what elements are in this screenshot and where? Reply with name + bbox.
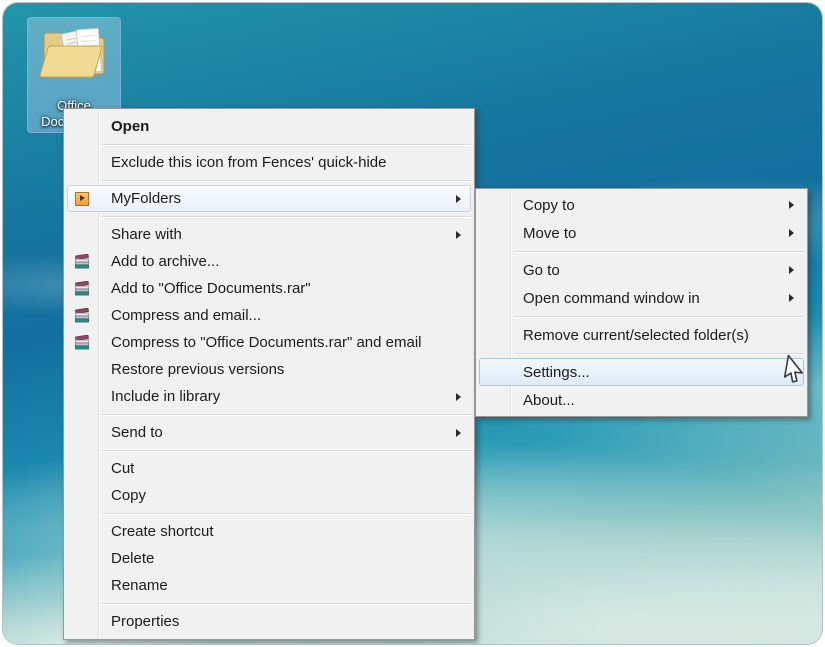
myfolders-submenu: Copy to Move to Go to Open command windo…	[475, 188, 808, 417]
menu-item-add-to-rar[interactable]: Add to "Office Documents.rar"	[67, 275, 471, 302]
menu-item-compress-and-email[interactable]: Compress and email...	[67, 302, 471, 329]
desktop[interactable]: Office Documents Open Exclude this icon …	[3, 3, 822, 644]
menu-item-myfolders[interactable]: MyFolders	[67, 185, 471, 212]
winrar-icon	[74, 254, 90, 270]
submenu-arrow-icon	[456, 429, 461, 437]
submenu-item-move-to[interactable]: Move to	[479, 219, 804, 247]
menu-item-delete[interactable]: Delete	[67, 545, 471, 572]
menu-item-restore-previous-versions[interactable]: Restore previous versions	[67, 356, 471, 383]
submenu-item-copy-to[interactable]: Copy to	[479, 191, 804, 219]
winrar-icon	[74, 281, 90, 297]
menu-separator	[102, 216, 471, 217]
winrar-icon	[74, 335, 90, 351]
submenu-arrow-icon	[789, 266, 794, 274]
submenu-arrow-icon	[789, 201, 794, 209]
submenu-item-go-to[interactable]: Go to	[479, 256, 804, 284]
menu-separator	[514, 251, 804, 252]
folder-icon	[38, 22, 110, 84]
menu-separator	[102, 144, 471, 145]
menu-item-create-shortcut[interactable]: Create shortcut	[67, 518, 471, 545]
menu-item-properties[interactable]: Properties	[67, 608, 471, 635]
menu-item-add-to-archive[interactable]: Add to archive...	[67, 248, 471, 275]
menu-item-copy[interactable]: Copy	[67, 482, 471, 509]
submenu-item-open-command-window-in[interactable]: Open command window in	[479, 284, 804, 312]
menu-separator	[102, 513, 471, 514]
submenu-item-about[interactable]: About...	[479, 386, 804, 414]
menu-separator	[102, 414, 471, 415]
winrar-icon	[74, 308, 90, 324]
menu-item-rename[interactable]: Rename	[67, 572, 471, 599]
menu-item-send-to[interactable]: Send to	[67, 419, 471, 446]
menu-separator	[102, 603, 471, 604]
menu-item-share-with[interactable]: Share with	[67, 221, 471, 248]
submenu-item-remove-current-selected-folders[interactable]: Remove current/selected folder(s)	[479, 321, 804, 349]
context-menu: Open Exclude this icon from Fences' quic…	[63, 108, 475, 640]
submenu-arrow-icon	[456, 393, 461, 401]
myfolders-icon	[74, 191, 90, 207]
submenu-arrow-icon	[456, 231, 461, 239]
menu-item-cut[interactable]: Cut	[67, 455, 471, 482]
menu-separator	[514, 316, 804, 317]
submenu-arrow-icon	[456, 195, 461, 203]
menu-item-open[interactable]: Open	[67, 113, 471, 140]
submenu-arrow-icon	[789, 229, 794, 237]
menu-separator	[514, 353, 804, 354]
menu-item-compress-to-rar-and-email[interactable]: Compress to "Office Documents.rar" and e…	[67, 329, 471, 356]
menu-separator	[102, 450, 471, 451]
menu-item-include-in-library[interactable]: Include in library	[67, 383, 471, 410]
menu-item-exclude-from-fences[interactable]: Exclude this icon from Fences' quick-hid…	[67, 149, 471, 176]
menu-separator	[102, 180, 471, 181]
submenu-item-settings[interactable]: Settings...	[479, 358, 804, 386]
submenu-arrow-icon	[789, 294, 794, 302]
